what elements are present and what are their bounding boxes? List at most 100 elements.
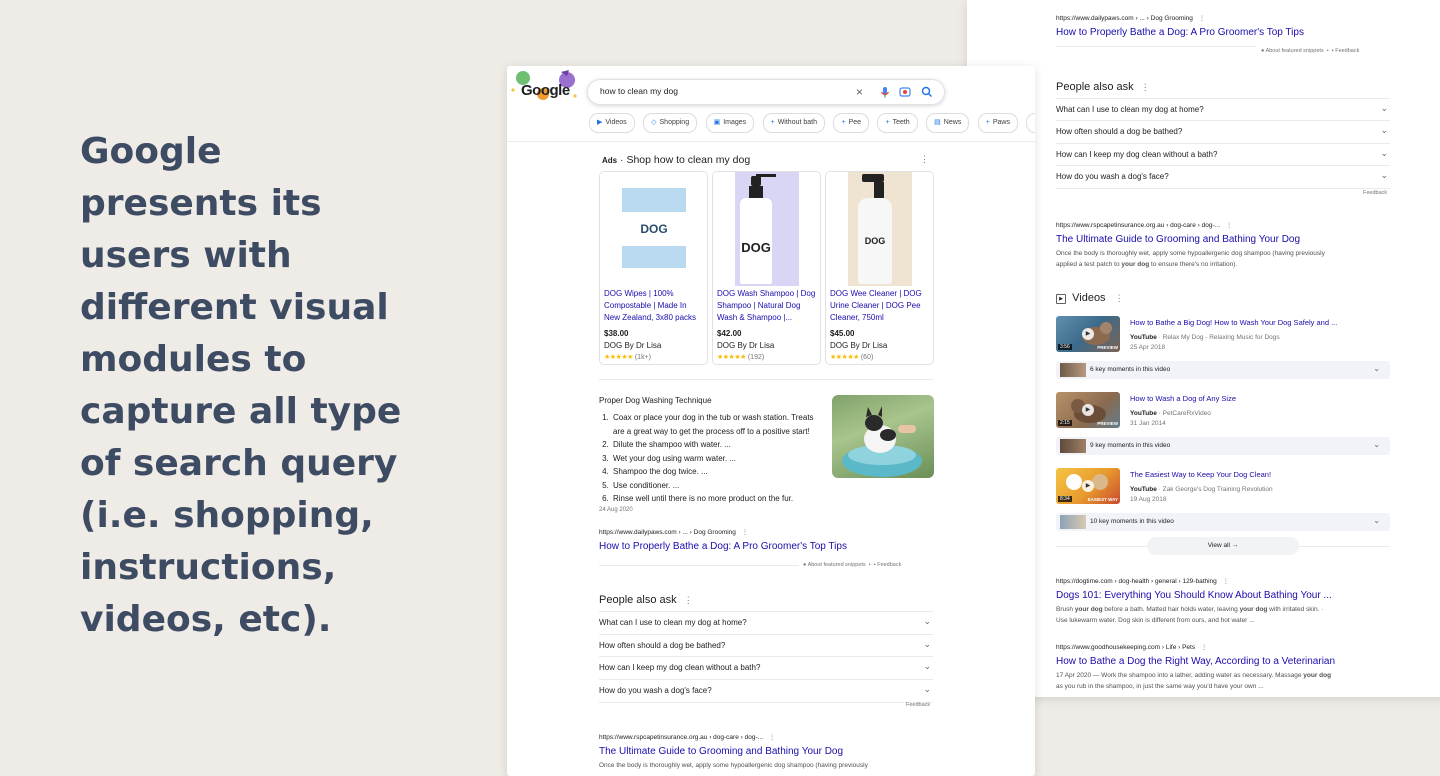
- paa-feedback[interactable]: Feedback: [906, 702, 930, 708]
- search-results-page: Google how to clean my dog × ▶ Videos ◇ Sh…: [507, 66, 1035, 776]
- featured-snippet-title: Proper Dog Washing Technique: [599, 396, 712, 405]
- chevron-down-icon: ⌄: [1380, 170, 1388, 180]
- snippet-date: 24 Aug 2020: [599, 507, 633, 513]
- view-all-videos-button[interactable]: View all →: [1147, 537, 1299, 555]
- product-card[interactable]: DOG DOG Wash Shampoo | Dog Shampoo | Nat…: [712, 171, 821, 365]
- result-link[interactable]: How to Bathe a Dog the Right Way, Accord…: [1056, 656, 1335, 667]
- microphone-icon[interactable]: [878, 85, 892, 99]
- play-icon: ▶: [1082, 404, 1094, 416]
- people-also-ask-title: People also ask ⋮: [599, 594, 693, 606]
- paa-question[interactable]: What can I use to clean my dog at home? ⌄: [1056, 98, 1390, 121]
- video-icon: ▶: [1056, 294, 1066, 304]
- result-description: Once the body is thoroughly wet, apply s…: [1056, 250, 1325, 268]
- chevron-down-icon: ⌄: [1380, 148, 1388, 158]
- video-thumbnail[interactable]: ▶ 8:34 EASIEST WAY: [1056, 468, 1120, 504]
- result-url[interactable]: https://www.rspcapetinsurance.org.au › d…: [599, 733, 775, 741]
- plus-icon: +: [1034, 119, 1035, 126]
- search-icon[interactable]: [920, 85, 934, 99]
- search-input[interactable]: how to clean my dog: [600, 86, 678, 96]
- result-link[interactable]: How to Properly Bathe a Dog: A Pro Groom…: [1056, 27, 1304, 38]
- headline: Google presents its users with different…: [80, 131, 402, 640]
- result-url[interactable]: https://www.rspcapetinsurance.org.au › d…: [1056, 221, 1232, 229]
- plus-icon: +: [985, 119, 990, 126]
- product-image: DOG: [600, 172, 707, 286]
- result-url[interactable]: https://www.goodhousekeeping.com › Life …: [1056, 643, 1207, 651]
- featured-snippet-feedback[interactable]: ● About featured snippets • ▪ Feedback: [1261, 48, 1359, 54]
- video-title[interactable]: The Easiest Way to Keep Your Dog Clean!: [1130, 470, 1271, 479]
- chevron-down-icon: ⌄: [1373, 440, 1380, 449]
- paa-question[interactable]: How can I keep my dog clean without a ba…: [599, 656, 933, 679]
- featured-snippet-steps: Coax or place your dog in the tub or was…: [599, 411, 826, 506]
- chip-paws[interactable]: + Paws: [977, 113, 1018, 133]
- result-link[interactable]: Dogs 101: Everything You Should Know Abo…: [1056, 590, 1332, 601]
- paa-question[interactable]: How can I keep my dog clean without a ba…: [1056, 143, 1390, 166]
- more-options-icon[interactable]: ⋮: [920, 154, 929, 165]
- result-description: Once the body is thoroughly wet, apply s…: [599, 762, 868, 769]
- video-source: YouTube · Zak George's Dog Training Revo…: [1130, 486, 1273, 493]
- video-icon: ▶: [597, 119, 603, 126]
- chevron-down-icon: ⌄: [923, 616, 931, 626]
- paa-feedback[interactable]: Feedback: [1363, 190, 1387, 196]
- chevron-down-icon: ⌄: [1373, 516, 1380, 525]
- chip-images[interactable]: ▣ Images: [705, 113, 755, 133]
- product-card[interactable]: DOG DOG Wee Cleaner | DOG Urine Cleaner …: [825, 171, 934, 365]
- paa-question[interactable]: How often should a dog be bathed? ⌄: [599, 634, 933, 657]
- featured-snippet-feedback[interactable]: ● About featured snippets • ▪ Feedback: [803, 562, 901, 568]
- search-filter-chips: ▶ Videos ◇ Shopping ▣ Images + Without bath …: [589, 113, 1035, 133]
- key-moments-toggle[interactable]: 9 key moments in this video ⌄: [1056, 437, 1390, 455]
- video-source: YouTube · Relax My Dog - Relaxing Music …: [1130, 334, 1280, 341]
- results-page-continued: https://www.dailypaws.com › ... › Dog Gr…: [967, 0, 1440, 697]
- play-icon: ▶: [1082, 328, 1094, 340]
- chip-shopping[interactable]: ◇ Shopping: [643, 113, 698, 133]
- plus-icon: +: [885, 119, 890, 126]
- video-thumbnail[interactable]: ▶ 2:15 PREVIEW: [1056, 392, 1120, 428]
- result-link[interactable]: The Ultimate Guide to Grooming and Bathi…: [1056, 234, 1300, 245]
- paa-question[interactable]: How do you wash a dog's face? ⌄: [1056, 165, 1390, 189]
- tag-icon: ◇: [651, 119, 657, 126]
- video-thumbnail[interactable]: ▶ 3:56 PREVIEW: [1056, 316, 1120, 352]
- result-link[interactable]: The Ultimate Guide to Grooming and Bathi…: [599, 746, 843, 757]
- videos-section-title: ▶ Videos ⋮: [1056, 292, 1124, 304]
- result-link[interactable]: How to Properly Bathe a Dog: A Pro Groom…: [599, 541, 847, 552]
- chip-pee[interactable]: + Pee: [833, 113, 870, 133]
- key-moments-toggle[interactable]: 10 key moments in this video ⌄: [1056, 513, 1390, 531]
- clear-icon[interactable]: ×: [856, 85, 870, 99]
- plus-icon: +: [770, 119, 775, 126]
- dog-bath-photo[interactable]: [832, 395, 934, 478]
- google-doodle-logo[interactable]: Google: [509, 68, 579, 108]
- chip-news[interactable]: ▤ News: [926, 113, 970, 133]
- plus-icon: +: [841, 119, 846, 126]
- search-box[interactable]: how to clean my dog ×: [587, 79, 945, 105]
- result-url[interactable]: https://www.dailypaws.com › ... › Dog Gr…: [599, 528, 748, 536]
- product-card[interactable]: DOG DOG Wipes | 100% Compostable | Made …: [599, 171, 708, 365]
- chevron-down-icon: ⌄: [1380, 103, 1388, 113]
- result-description: 17 Apr 2020 — Work the shampoo into a la…: [1056, 672, 1332, 690]
- moment-thumbnail: [1060, 439, 1086, 453]
- star-rating-icon: ★★★★★: [604, 354, 633, 361]
- result-url[interactable]: https://dogtime.com › dog-health › gener…: [1056, 577, 1229, 585]
- chip-without-bath[interactable]: + Without bath: [762, 113, 826, 133]
- key-moments-toggle[interactable]: 6 key moments in this video ⌄: [1056, 361, 1390, 379]
- moment-thumbnail: [1060, 515, 1086, 529]
- video-title[interactable]: How to Wash a Dog of Any Size: [1130, 394, 1236, 403]
- paa-question[interactable]: How often should a dog be bathed? ⌄: [1056, 120, 1390, 143]
- result-url[interactable]: https://www.dailypaws.com › ... › Dog Gr…: [1056, 14, 1205, 22]
- chip-more[interactable]: +: [1026, 113, 1035, 133]
- paa-question[interactable]: What can I use to clean my dog at home? ⌄: [599, 611, 933, 634]
- paa-question[interactable]: How do you wash a dog's face? ⌄: [599, 679, 933, 703]
- moment-thumbnail: [1060, 363, 1086, 377]
- chevron-down-icon: ⌄: [1373, 364, 1380, 373]
- star-rating-icon: ★★★★★: [830, 354, 859, 361]
- help-icon: ●: [1261, 48, 1265, 54]
- video-date: 31 Jan 2014: [1130, 420, 1166, 427]
- product-image: DOG: [713, 172, 820, 286]
- shopping-ads-title: Ads · Shop how to clean my dog: [602, 154, 751, 166]
- chip-videos[interactable]: ▶ Videos: [589, 113, 635, 133]
- video-title[interactable]: How to Bathe a Big Dog! How to Wash Your…: [1130, 318, 1337, 327]
- star-rating-icon: ★★★★★: [717, 354, 746, 361]
- feedback-icon: ▪: [1331, 48, 1334, 54]
- camera-lens-icon[interactable]: [898, 85, 912, 99]
- help-icon: ●: [803, 562, 807, 568]
- dog-photo: [842, 406, 922, 477]
- chip-teeth[interactable]: + Teeth: [877, 113, 918, 133]
